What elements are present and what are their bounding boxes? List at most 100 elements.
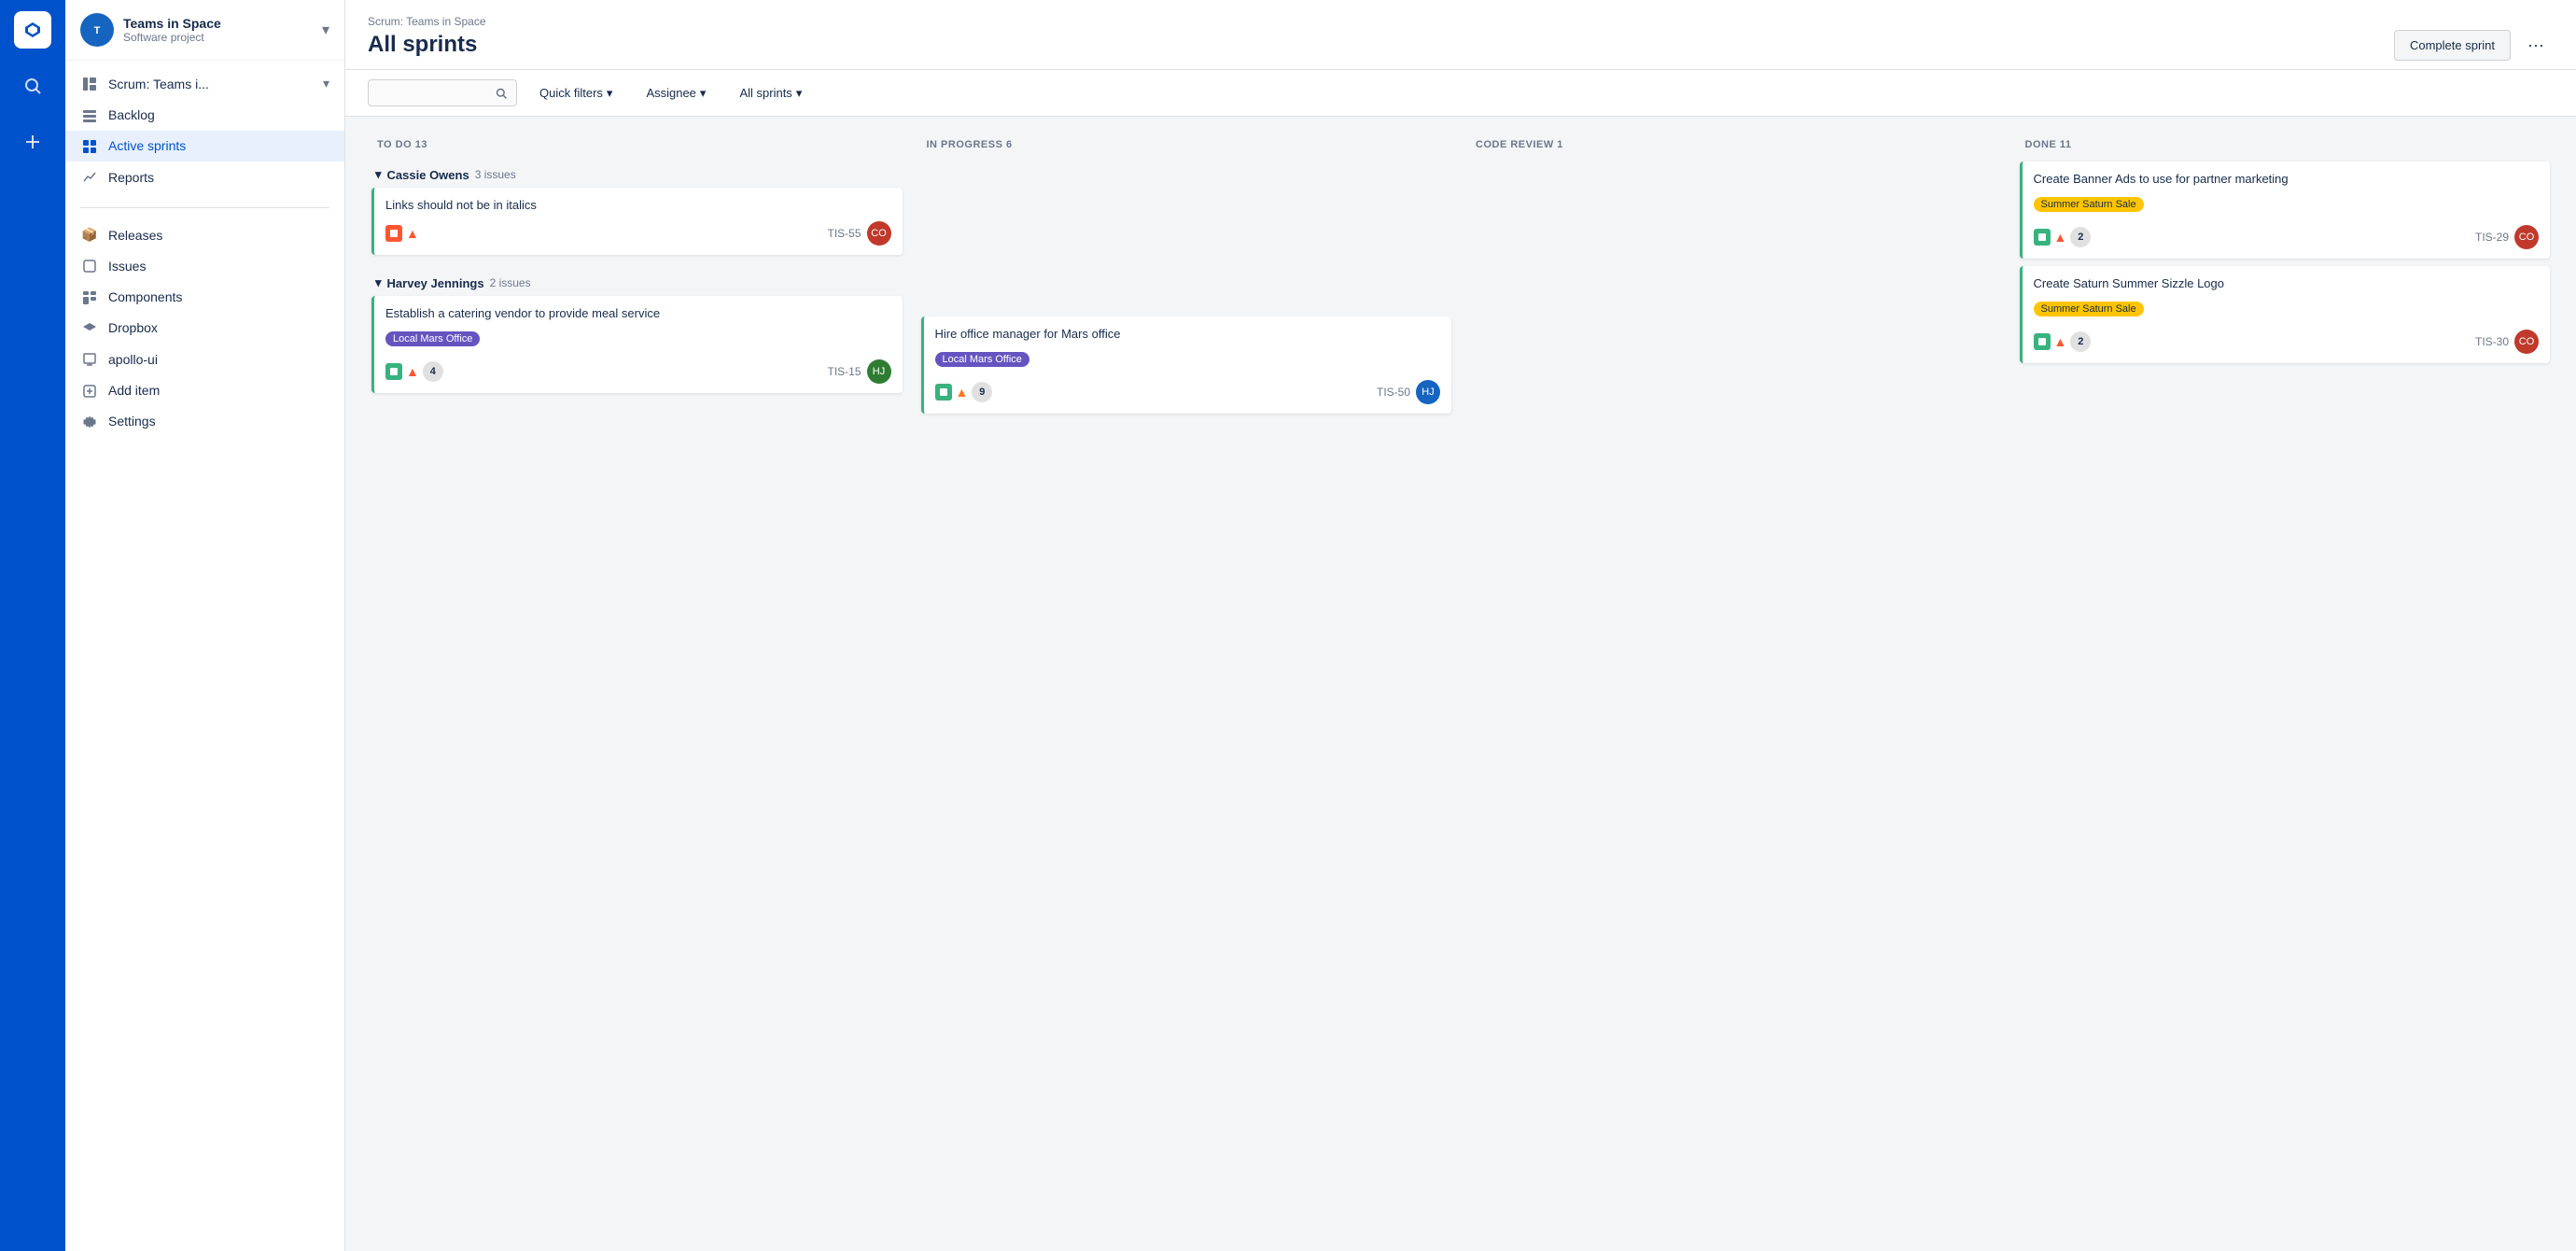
dropbox-icon — [80, 320, 99, 336]
sidebar-item-issues[interactable]: Issues — [65, 250, 344, 281]
search-nav-icon[interactable] — [14, 67, 51, 105]
sidebar-header: T Teams in Space Software project ▾ — [65, 0, 344, 61]
sidebar-item-apollo-ui[interactable]: apollo-ui — [65, 344, 344, 374]
card-tis-50-meta: TIS-50 HJ — [1377, 380, 1440, 404]
column-codereview-label: CODE REVIEW — [1476, 139, 1554, 150]
main-header: Scrum: Teams in Space All sprints Comple… — [345, 0, 2576, 70]
board-icon — [80, 76, 99, 91]
board: TO DO 13 ▾ Cassie Owens 3 issues Links s — [345, 117, 2576, 1251]
card-tis-50-icons: ▲ 9 — [935, 382, 993, 402]
column-done-body: Create Banner Ads to use for partner mar… — [2016, 158, 2555, 417]
all-sprints-filter-button[interactable]: All sprints ▾ — [728, 80, 813, 106]
sidebar-scrum-chevron-icon: ▾ — [323, 76, 329, 91]
card-tis-29-avatar: CO — [2514, 225, 2539, 249]
card-tis-15-id: TIS-15 — [827, 365, 861, 378]
column-todo-count: 13 — [415, 139, 427, 150]
story-type-icon — [385, 363, 402, 380]
create-nav-icon[interactable] — [14, 123, 51, 161]
card-tis-50-id: TIS-50 — [1377, 386, 1410, 399]
card-tis-50[interactable]: Hire office manager for Mars office Loca… — [921, 316, 1452, 414]
sidebar-item-add-label: Add item — [108, 383, 160, 398]
project-name: Teams in Space — [123, 16, 313, 31]
project-type: Software project — [123, 31, 313, 44]
apollo-ui-icon — [80, 351, 99, 367]
quick-filters-chevron-icon: ▾ — [607, 86, 613, 101]
empty-harvey-codereview — [1470, 270, 2001, 344]
app-logo[interactable] — [14, 11, 51, 49]
sidebar-item-dropbox[interactable]: Dropbox — [65, 313, 344, 344]
assignee-filter-button[interactable]: Assignee ▾ — [635, 80, 717, 106]
card-tis-30-footer: ▲ 2 TIS-30 CO — [2034, 330, 2540, 354]
card-tis-30-id: TIS-30 — [2475, 335, 2509, 348]
sidebar-item-active-sprints[interactable]: Active sprints — [65, 131, 344, 162]
sidebar-item-components[interactable]: Components — [65, 281, 344, 312]
sidebar-item-reports[interactable]: Reports — [65, 162, 344, 192]
swimlane-harvey-todo: ▾ Harvey Jennings 2 issues Establish a c… — [371, 270, 903, 393]
sidebar-item-backlog[interactable]: Backlog — [65, 99, 344, 130]
sidebar-item-scrum[interactable]: Scrum: Teams i... ▾ — [65, 68, 344, 99]
card-tis-30-avatar: CO — [2514, 330, 2539, 354]
sidebar-item-components-label: Components — [108, 289, 182, 304]
story-type-icon — [385, 225, 402, 242]
card-tis-55-footer: ▲ TIS-55 CO — [385, 221, 891, 246]
svg-text:T: T — [94, 25, 101, 36]
search-input[interactable] — [378, 86, 490, 100]
add-icon — [80, 382, 99, 398]
card-tis-15-meta: TIS-15 HJ — [827, 359, 890, 384]
card-tis-50-footer: ▲ 9 TIS-50 HJ — [935, 380, 1441, 404]
swimlane-cassie-count: 3 issues — [475, 168, 516, 181]
sidebar-item-dropbox-label: Dropbox — [108, 320, 158, 335]
card-tis-15[interactable]: Establish a catering vendor to provide m… — [371, 296, 903, 393]
project-chevron-icon[interactable]: ▾ — [322, 21, 329, 39]
swimlane-harvey-count: 2 issues — [490, 276, 531, 289]
column-todo-label: TO DO — [377, 139, 412, 150]
sidebar-item-releases[interactable]: 📦 Releases — [65, 219, 344, 250]
sidebar-item-active-sprints-label: Active sprints — [108, 138, 186, 153]
card-tis-29-footer: ▲ 2 TIS-29 CO — [2034, 225, 2540, 249]
all-sprints-chevron-icon: ▾ — [796, 86, 803, 101]
priority-icon: ▲ — [956, 385, 969, 400]
column-done-count: 11 — [2060, 139, 2072, 150]
sidebar-item-settings-label: Settings — [108, 414, 156, 429]
search-box[interactable] — [368, 79, 517, 106]
sidebar-item-issues-label: Issues — [108, 259, 146, 274]
card-tis-30-title: Create Saturn Summer Sizzle Logo — [2034, 275, 2540, 292]
sidebar-item-settings[interactable]: Settings — [65, 406, 344, 437]
column-inprogress-body: Hire office manager for Mars office Loca… — [917, 158, 1456, 417]
card-tis-15-tag: Local Mars Office — [385, 331, 480, 346]
card-tis-29-badge: 2 — [2070, 227, 2091, 247]
swimlane-cassie-todo: ▾ Cassie Owens 3 issues Links should not… — [371, 162, 903, 255]
story-type-icon — [2034, 229, 2051, 246]
swimlane-harvey-header[interactable]: ▾ Harvey Jennings 2 issues — [371, 270, 903, 296]
card-tis-29[interactable]: Create Banner Ads to use for partner mar… — [2020, 162, 2551, 259]
board-columns: TO DO 13 ▾ Cassie Owens 3 issues Links s — [368, 132, 2554, 417]
breadcrumb: Scrum: Teams in Space — [368, 15, 486, 28]
swimlane-cassie-header[interactable]: ▾ Cassie Owens 3 issues — [371, 162, 903, 188]
project-icon: T — [80, 13, 114, 47]
sidebar-item-add[interactable]: Add item — [65, 374, 344, 405]
more-options-button[interactable]: ··· — [2518, 30, 2554, 61]
issues-icon — [80, 258, 99, 274]
sidebar-secondary-nav: 📦 Releases Issues Components Dropbox — [65, 216, 344, 441]
sidebar-item-reports-label: Reports — [108, 170, 154, 185]
column-done: DONE 11 Create Banner Ads to use for par… — [2016, 132, 2555, 417]
sidebar-divider — [80, 207, 329, 208]
quick-filters-button[interactable]: Quick filters ▾ — [528, 80, 623, 106]
card-tis-15-footer: ▲ 4 TIS-15 HJ — [385, 359, 891, 384]
priority-icon: ▲ — [2054, 334, 2067, 349]
complete-sprint-button[interactable]: Complete sprint — [2394, 30, 2511, 61]
empty-cassie-inprogress — [921, 162, 1452, 255]
all-sprints-filter-label: All sprints — [739, 86, 791, 100]
project-info: Teams in Space Software project — [123, 16, 313, 44]
column-codereview: CODE REVIEW 1 — [1466, 132, 2005, 417]
column-todo-header: TO DO 13 — [368, 132, 906, 158]
card-tis-50-avatar: HJ — [1416, 380, 1440, 404]
icon-nav — [0, 0, 65, 1251]
empty-cassie-codereview — [1470, 162, 2001, 255]
components-icon — [80, 288, 99, 304]
card-tis-55[interactable]: Links should not be in italics ▲ TIS-55 — [371, 188, 903, 255]
harvey-inprogress-spacer: Hire office manager for Mars office Loca… — [921, 316, 1452, 414]
card-tis-30[interactable]: Create Saturn Summer Sizzle Logo Summer … — [2020, 266, 2551, 363]
story-type-icon — [935, 384, 952, 401]
active-sprints-icon — [80, 138, 99, 154]
